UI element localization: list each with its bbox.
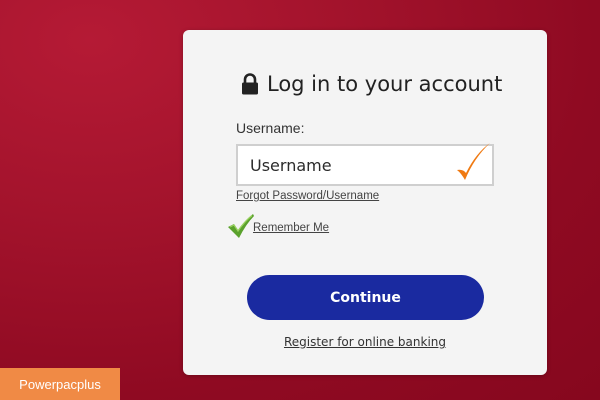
remember-me-label[interactable]: Remember Me <box>253 222 329 234</box>
watermark-badge: Powerpacplus <box>0 368 120 400</box>
remember-me-row[interactable]: Remember Me <box>227 213 329 239</box>
username-value: Username <box>250 155 332 175</box>
login-card: Log in to your account Username: Usernam… <box>183 30 547 375</box>
continue-button[interactable]: Continue <box>247 275 484 320</box>
page-title: Log in to your account <box>241 72 502 96</box>
username-input[interactable]: Username <box>236 143 494 186</box>
page-title-text: Log in to your account <box>267 72 503 96</box>
orange-checkmark-icon <box>454 140 494 188</box>
forgot-password-link[interactable]: Forgot Password/Username <box>236 190 379 202</box>
green-checkmark-icon[interactable] <box>227 213 255 239</box>
username-label: Username: <box>236 120 305 136</box>
lock-icon <box>241 73 259 95</box>
register-link[interactable]: Register for online banking <box>183 335 547 349</box>
